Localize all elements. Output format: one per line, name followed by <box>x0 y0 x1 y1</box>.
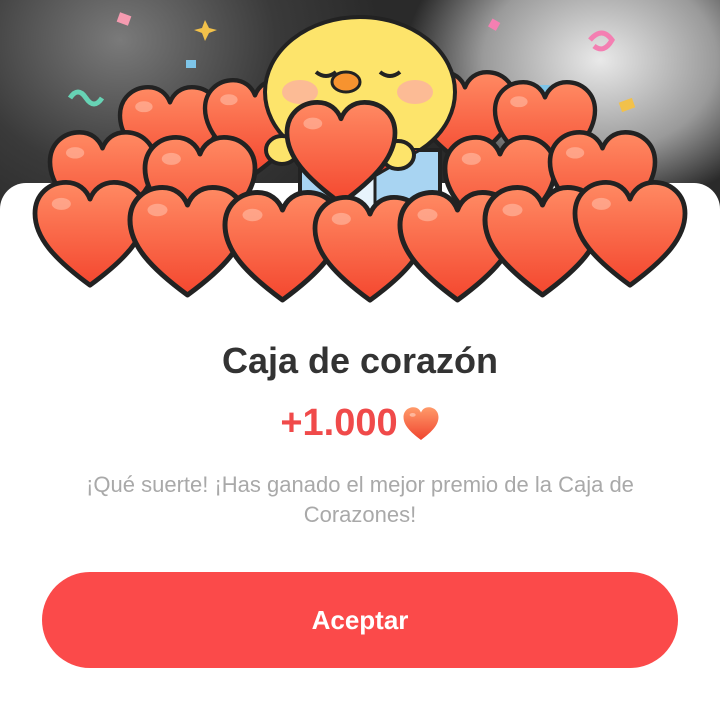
confetti <box>588 30 615 52</box>
sparkle-icon <box>194 20 217 41</box>
reward-amount-text: +1.000 <box>280 402 398 444</box>
dialog-title: Caja de corazón <box>221 340 499 381</box>
confetti <box>488 18 501 31</box>
heart-icon <box>35 182 145 285</box>
reward-amount: +1.000 <box>0 402 720 445</box>
heart-icon <box>575 182 685 285</box>
reward-message: ¡Qué suerte! ¡Has ganado el mejor premio… <box>86 472 634 527</box>
confetti <box>67 89 105 107</box>
confetti <box>116 12 132 26</box>
heart-icon <box>403 406 439 440</box>
heart-box-illustration <box>0 12 720 320</box>
accept-button[interactable]: Aceptar <box>42 572 678 668</box>
confetti <box>186 60 196 68</box>
confetti <box>618 97 636 113</box>
